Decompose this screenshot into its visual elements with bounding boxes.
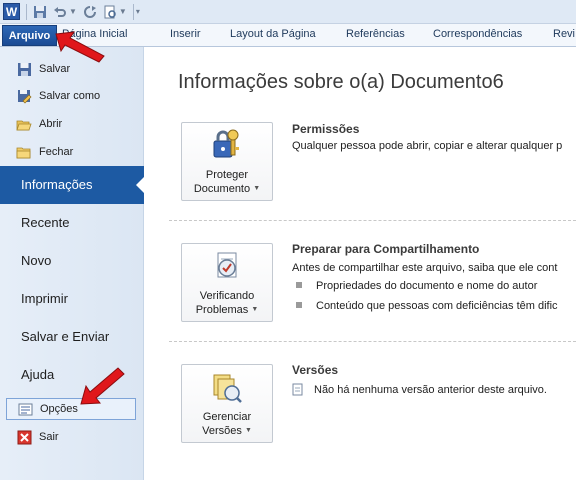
info-pane: Informações sobre o(a) Documento6 Proteg… bbox=[145, 47, 576, 480]
nav-abrir[interactable]: Abrir bbox=[6, 113, 136, 135]
separator bbox=[26, 3, 27, 20]
versions-text: Não há nenhuma versão anterior deste arq… bbox=[314, 383, 547, 396]
tab-layout[interactable]: Layout da Página bbox=[230, 28, 316, 40]
nav-label: Opções bbox=[40, 403, 78, 415]
permissions-title: Permissões bbox=[292, 122, 360, 136]
nav-label: Fechar bbox=[39, 146, 74, 158]
word-app-icon[interactable]: W bbox=[3, 3, 20, 20]
undo-icon[interactable] bbox=[53, 5, 67, 19]
section-divider bbox=[169, 220, 576, 221]
sharing-text: Antes de compartilhar este arquivo, saib… bbox=[292, 262, 558, 274]
tab-correspondencias[interactable]: Correspondências bbox=[433, 28, 522, 40]
nav-recente[interactable]: Recente bbox=[0, 204, 144, 242]
page-title: Informações sobre o(a) Documento6 bbox=[178, 71, 504, 93]
nav-imprimir[interactable]: Imprimir bbox=[0, 280, 144, 318]
section-divider bbox=[169, 341, 576, 342]
dropdown-caret-icon: ▼ bbox=[244, 427, 252, 435]
nav-label: Sair bbox=[39, 431, 59, 443]
open-folder-icon bbox=[16, 116, 32, 132]
save-icon bbox=[16, 61, 32, 77]
button-label: Proteger Documento ▼ bbox=[182, 168, 272, 196]
button-label-line1: Proteger bbox=[205, 169, 249, 181]
button-label-line1: Gerenciar bbox=[202, 411, 252, 423]
separator bbox=[132, 3, 134, 20]
nav-sair[interactable]: Sair bbox=[6, 426, 136, 448]
list-item: Conteúdo que pessoas com deficiências tê… bbox=[296, 300, 558, 312]
print-preview-icon[interactable] bbox=[103, 5, 117, 19]
button-label: Gerenciar Versões ▼ bbox=[182, 410, 272, 438]
inspect-document-icon bbox=[210, 250, 244, 284]
nav-label: Salvar bbox=[39, 63, 71, 75]
arrow-icon bbox=[55, 31, 105, 63]
protect-document-button[interactable]: Proteger Documento ▼ bbox=[181, 122, 273, 201]
nav-label: Abrir bbox=[39, 118, 63, 130]
manage-versions-button[interactable]: Gerenciar Versões ▼ bbox=[181, 364, 273, 443]
document-icon bbox=[292, 383, 303, 396]
print-dropdown-icon[interactable]: ▼ bbox=[119, 7, 127, 16]
sharing-title: Preparar para Compartilhamento bbox=[292, 242, 480, 256]
save-as-icon bbox=[16, 88, 32, 104]
nav-novo[interactable]: Novo bbox=[0, 242, 144, 280]
bullet-icon bbox=[296, 302, 302, 308]
customize-icon[interactable]: ▾ bbox=[136, 7, 140, 16]
button-label-line2: Documento bbox=[193, 183, 251, 195]
permissions-text: Qualquer pessoa pode abrir, copiar e alt… bbox=[292, 140, 563, 152]
dropdown-caret-icon: ▼ bbox=[253, 185, 261, 193]
nav-informacoes[interactable]: Informações bbox=[0, 166, 144, 204]
exit-icon bbox=[16, 429, 32, 445]
save-icon[interactable] bbox=[33, 5, 47, 19]
options-icon bbox=[17, 401, 33, 417]
redo-icon[interactable] bbox=[83, 5, 97, 19]
nav-salvar-como[interactable]: Salvar como bbox=[6, 85, 136, 107]
button-label: Verificando Problemas ▼ bbox=[182, 289, 272, 317]
nav-label: Salvar como bbox=[39, 90, 101, 102]
lock-key-icon bbox=[210, 129, 244, 163]
tab-arquivo[interactable]: Arquivo bbox=[2, 25, 57, 46]
dropdown-caret-icon: ▼ bbox=[251, 306, 259, 314]
arrow-icon bbox=[80, 367, 125, 405]
button-label-line1: Verificando bbox=[199, 290, 255, 302]
nav-salvar-enviar[interactable]: Salvar e Enviar bbox=[0, 318, 144, 356]
bullet-icon bbox=[296, 282, 302, 288]
close-folder-icon bbox=[16, 144, 32, 160]
undo-dropdown-icon[interactable]: ▼ bbox=[69, 7, 77, 16]
versions-icon bbox=[210, 371, 244, 405]
check-issues-button[interactable]: Verificando Problemas ▼ bbox=[181, 243, 273, 322]
bullet-text: Propriedades do documento e nome do auto… bbox=[316, 280, 538, 292]
button-label-line2: Versões bbox=[202, 425, 242, 437]
tab-inserir[interactable]: Inserir bbox=[170, 28, 201, 40]
versions-line: Não há nenhuma versão anterior deste arq… bbox=[292, 383, 547, 396]
nav-fechar[interactable]: Fechar bbox=[6, 141, 136, 163]
tab-revisao[interactable]: Revi bbox=[553, 28, 575, 40]
backstage-nav: Salvar Salvar como Abrir Fechar Informaç… bbox=[0, 47, 144, 480]
versions-title: Versões bbox=[292, 363, 339, 377]
button-label-line2: Problemas bbox=[195, 304, 249, 316]
list-item: Propriedades do documento e nome do auto… bbox=[296, 280, 537, 292]
bullet-text: Conteúdo que pessoas com deficiências tê… bbox=[316, 300, 558, 312]
tab-referencias[interactable]: Referências bbox=[346, 28, 405, 40]
quick-access-toolbar: W ▼ ▼ ▾ bbox=[0, 0, 576, 24]
